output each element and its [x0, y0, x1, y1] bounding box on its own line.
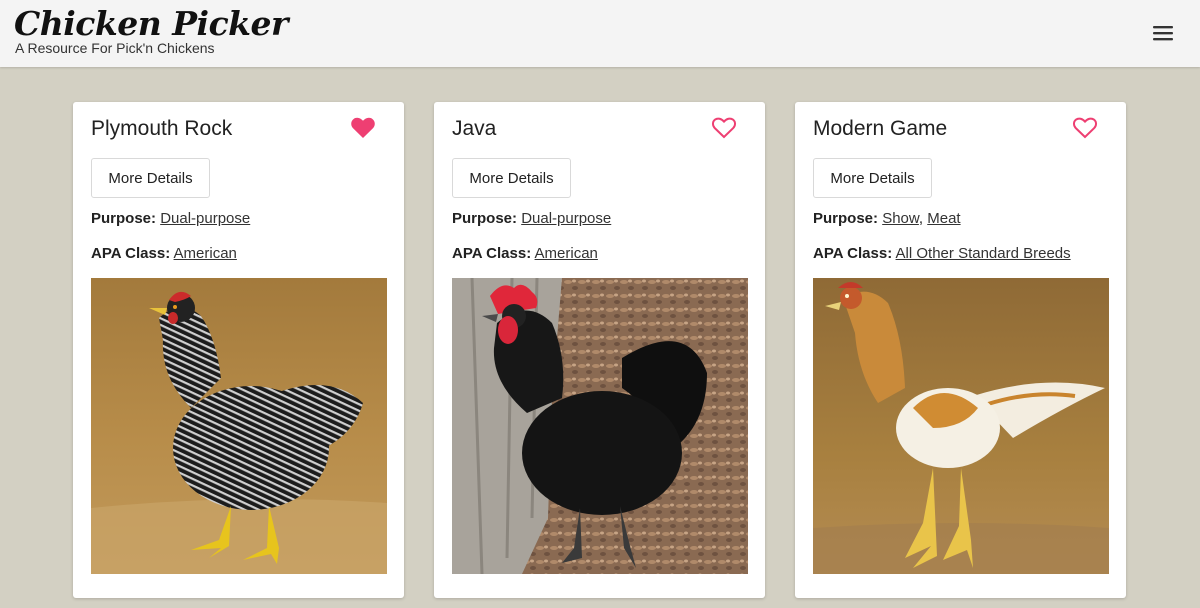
purpose-row: Purpose: Dual-purpose [452, 210, 611, 228]
site-header: Chicken Picker A Resource For Pick'n Chi… [0, 0, 1200, 67]
purpose-label: Purpose: [91, 210, 157, 227]
purpose-link[interactable]: Show [882, 210, 919, 227]
apa-class-row: APA Class: All Other Standard Breeds [813, 245, 1071, 263]
apa-class-label: APA Class: [91, 245, 171, 262]
purpose-row: Purpose: Show, Meat [813, 210, 961, 228]
purpose-label: Purpose: [813, 210, 879, 227]
breed-title: Plymouth Rock [91, 117, 233, 140]
favorite-heart-outline-icon[interactable] [1072, 116, 1098, 140]
apa-class-row: APA Class: American [91, 245, 237, 263]
breed-card: Java More Details Purpose: Dual-purpose … [434, 102, 765, 598]
site-tagline: A Resource For Pick'n Chickens [15, 40, 215, 56]
purpose-label: Purpose: [452, 210, 518, 227]
hamburger-menu-icon[interactable] [1150, 22, 1176, 44]
apa-class-label: APA Class: [452, 245, 532, 262]
favorite-heart-outline-icon[interactable] [711, 116, 737, 140]
apa-class-link[interactable]: American [535, 245, 598, 262]
more-details-button[interactable]: More Details [813, 158, 932, 198]
purpose-link[interactable]: Dual-purpose [160, 210, 250, 227]
breed-title: Modern Game [813, 117, 948, 140]
purpose-link[interactable]: Meat [927, 210, 960, 227]
more-details-button[interactable]: More Details [452, 158, 571, 198]
site-logo[interactable]: Chicken Picker [14, 4, 288, 44]
breed-card: Plymouth Rock More Details Purpose: Dual… [73, 102, 404, 598]
apa-class-row: APA Class: American [452, 245, 598, 263]
favorite-heart-filled-icon[interactable] [350, 116, 376, 140]
breed-photo[interactable] [813, 278, 1109, 574]
purpose-row: Purpose: Dual-purpose [91, 210, 250, 228]
apa-class-label: APA Class: [813, 245, 893, 262]
purpose-link[interactable]: Dual-purpose [521, 210, 611, 227]
purpose-separator: , [918, 210, 928, 227]
apa-class-link[interactable]: American [174, 245, 237, 262]
breed-photo[interactable] [452, 278, 748, 574]
breed-card: Modern Game More Details Purpose: Show, … [795, 102, 1126, 598]
apa-class-link[interactable]: All Other Standard Breeds [896, 245, 1071, 262]
breed-photo[interactable] [91, 278, 387, 574]
breed-title: Java [452, 117, 497, 140]
more-details-button[interactable]: More Details [91, 158, 210, 198]
